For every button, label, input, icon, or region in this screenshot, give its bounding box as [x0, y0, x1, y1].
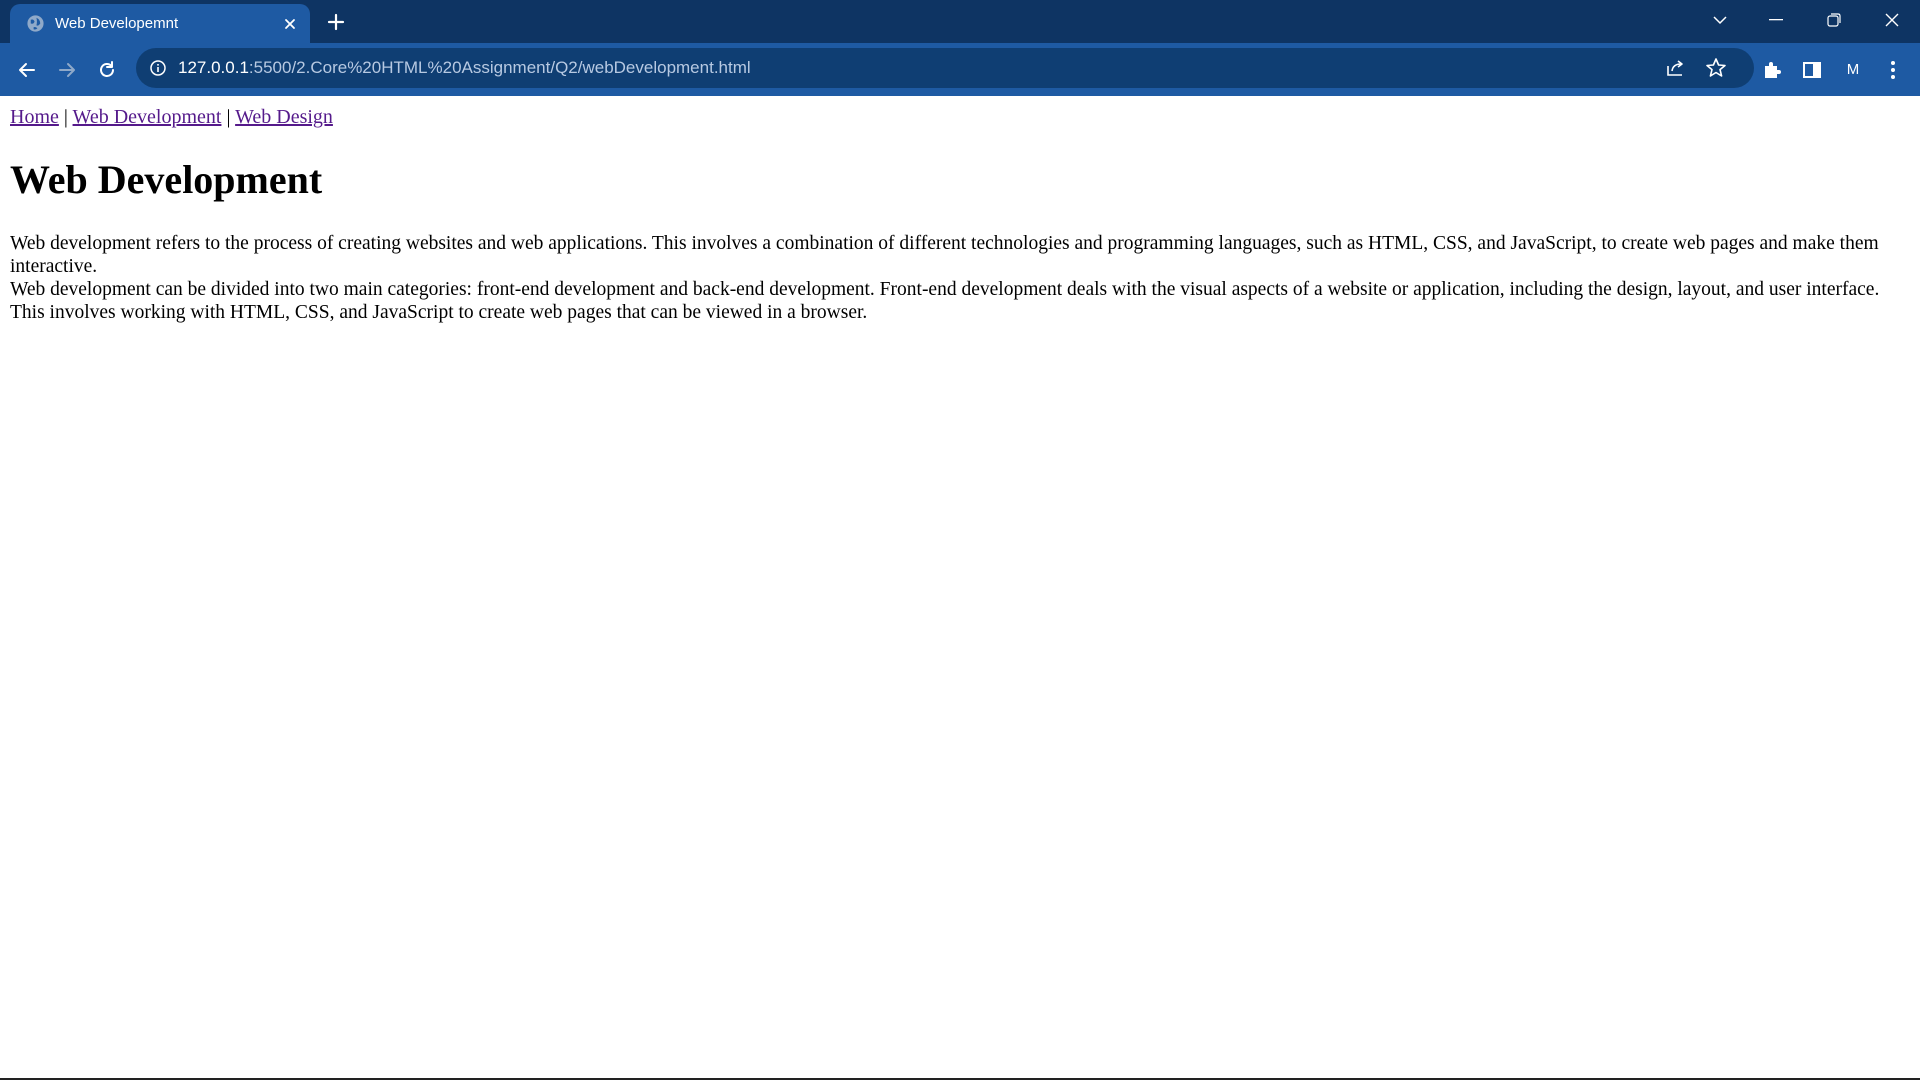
forward-button[interactable]	[50, 53, 84, 87]
window-close-button[interactable]	[1864, 0, 1920, 40]
page-viewport: Home | Web Development | Web Design Web …	[0, 96, 1920, 1080]
url-path: :5500/2.Core%20HTML%20Assignment/Q2/webD…	[248, 58, 751, 77]
plus-icon	[327, 13, 345, 31]
page-title: Web Development	[10, 157, 323, 202]
forward-arrow-icon	[59, 63, 75, 77]
info-icon[interactable]	[148, 58, 168, 78]
globe-icon	[26, 14, 45, 33]
star-icon[interactable]	[1704, 56, 1728, 80]
back-button[interactable]	[10, 53, 44, 87]
minimize-button[interactable]	[1748, 0, 1804, 40]
nav-link-home[interactable]: Home	[10, 106, 59, 128]
nav-link-web-design[interactable]: Web Design	[235, 106, 333, 128]
browser-tab[interactable]: Web Developemnt	[10, 4, 310, 43]
reload-button[interactable]	[90, 53, 124, 87]
nav-separator: |	[58, 106, 73, 128]
tab-strip: Web Developemnt	[0, 0, 1920, 43]
profile-avatar[interactable]: M	[1836, 53, 1870, 87]
url-text[interactable]: 127.0.0.1:5500/2.Core%20HTML%20Assignmen…	[178, 48, 751, 88]
tab-search-button[interactable]	[1692, 0, 1748, 40]
browser-menu-button[interactable]	[1876, 53, 1910, 87]
url-host: 127.0.0.1	[178, 58, 249, 77]
content-text: Web development refers to the process of…	[10, 232, 1890, 324]
back-arrow-icon	[19, 63, 35, 77]
side-panel-icon	[1803, 62, 1821, 78]
paragraph-intro: Web development refers to the process of…	[10, 233, 1879, 277]
restore-button[interactable]	[1806, 0, 1862, 40]
kebab-menu-icon	[1891, 61, 1895, 79]
side-panel-button[interactable]	[1795, 53, 1829, 87]
nav-link-web-development[interactable]: Web Development	[73, 106, 222, 128]
nav-separator: |	[221, 106, 236, 128]
site-nav: Home | Web Development | Web Design	[10, 104, 1910, 130]
paragraph-categories: Web development can be divided into two …	[10, 279, 1880, 323]
reload-icon	[100, 61, 114, 77]
share-icon[interactable]	[1664, 56, 1688, 80]
puzzle-icon	[1765, 62, 1781, 78]
close-icon	[1885, 13, 1899, 27]
restore-icon	[1827, 13, 1841, 27]
chevron-down-icon	[1713, 16, 1727, 25]
minimize-icon	[1769, 19, 1783, 21]
browser-window: Web Developemnt 127.0.0.1:5500/2.Core%20…	[0, 0, 1920, 1080]
close-icon[interactable]	[280, 14, 300, 34]
new-tab-button[interactable]	[322, 9, 350, 35]
address-bar[interactable]: 127.0.0.1:5500/2.Core%20HTML%20Assignmen…	[136, 48, 1754, 88]
toolbar: 127.0.0.1:5500/2.Core%20HTML%20Assignmen…	[0, 43, 1920, 96]
tab-title: Web Developemnt	[55, 15, 179, 32]
extensions-button[interactable]	[1755, 53, 1789, 87]
